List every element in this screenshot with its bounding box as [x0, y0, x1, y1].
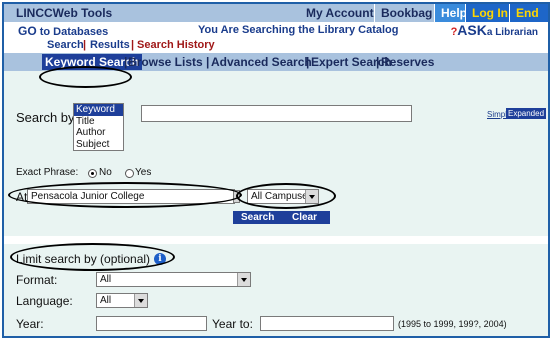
format-label: Format:: [16, 273, 58, 287]
sub-header: GO to Databases You Are Searching the Li…: [4, 22, 548, 38]
tab-search[interactable]: Search: [47, 39, 84, 51]
nav-separator: |: [376, 55, 380, 69]
exact-phrase-yes-label: Yes: [135, 167, 152, 178]
exact-phrase-yes-radio[interactable]: [125, 169, 134, 178]
search-by-listbox[interactable]: Keyword Title Author Subject: [73, 103, 124, 151]
expanded-mode-link[interactable]: Expanded: [506, 108, 547, 119]
year-from-input[interactable]: [96, 316, 207, 331]
annotation-oval: [10, 243, 175, 271]
tab-results[interactable]: Results: [90, 39, 130, 51]
login-link[interactable]: Log In: [465, 4, 514, 22]
nav-separator: |: [124, 55, 128, 69]
bookbag-link[interactable]: Bookbag: [374, 4, 438, 22]
tab-search-history[interactable]: Search History: [137, 39, 215, 51]
nav-reserves[interactable]: Reserves: [381, 55, 434, 69]
chevron-down-icon: [237, 273, 250, 286]
go-label: GO: [18, 24, 37, 38]
nav-expert-search[interactable]: Expert Search: [311, 55, 392, 69]
search-button[interactable]: Search: [241, 212, 274, 223]
section-tabs: Search | Results | Search History: [4, 38, 548, 53]
app-title: LINCCWeb Tools: [16, 6, 113, 20]
year-format-hint: (1995 to 1999, 199?, 2004): [398, 319, 507, 329]
format-value: All: [100, 274, 112, 285]
exact-phrase-label: Exact Phrase:: [16, 167, 79, 178]
ask-suffix: a Librarian: [486, 27, 538, 38]
search-by-option[interactable]: Keyword: [74, 104, 123, 116]
nav-separator: |: [306, 55, 310, 69]
search-by-option[interactable]: Title: [74, 116, 123, 128]
language-label: Language:: [16, 294, 73, 308]
year-to-label: Year to:: [212, 317, 253, 331]
chevron-down-icon: [134, 294, 147, 307]
search-by-option[interactable]: Author: [74, 127, 123, 139]
tab-separator: |: [131, 39, 135, 51]
language-select[interactable]: All: [96, 293, 148, 308]
exact-phrase-no-radio[interactable]: [88, 169, 97, 178]
ask-label: ASK: [457, 22, 487, 38]
nav-advanced-search[interactable]: Advanced Search: [211, 55, 312, 69]
nav-separator: |: [206, 55, 210, 69]
to-databases-label: to Databases: [39, 26, 109, 38]
search-by-label: Search by:: [16, 110, 79, 125]
annotation-oval: [8, 182, 242, 208]
catalog-window: LINCCWeb Tools My Account Bookbag Help L…: [2, 2, 550, 338]
end-session-link[interactable]: End Session: [509, 4, 548, 38]
search-by-option[interactable]: Subject: [74, 139, 123, 151]
exact-phrase-no-label: No: [99, 167, 112, 178]
ask-a-librarian-link[interactable]: ?ASKa Librarian: [451, 22, 538, 38]
year-label: Year:: [16, 317, 44, 331]
tab-separator: |: [83, 39, 87, 51]
search-input[interactable]: [141, 105, 412, 122]
annotation-oval: [236, 183, 336, 209]
clear-button[interactable]: Clear: [292, 212, 317, 223]
annotation-oval: [39, 66, 132, 88]
go-to-databases-link[interactable]: GO to Databases: [18, 24, 108, 38]
my-account-link[interactable]: My Account: [300, 4, 380, 22]
catalog-notice: You Are Searching the Library Catalog: [198, 24, 399, 36]
top-toolbar: LINCCWeb Tools My Account Bookbag Help L…: [4, 4, 548, 38]
year-to-input[interactable]: [260, 316, 394, 331]
language-value: All: [100, 295, 112, 306]
format-select[interactable]: All: [96, 272, 251, 287]
nav-browse-lists[interactable]: Browse Lists: [128, 55, 203, 69]
